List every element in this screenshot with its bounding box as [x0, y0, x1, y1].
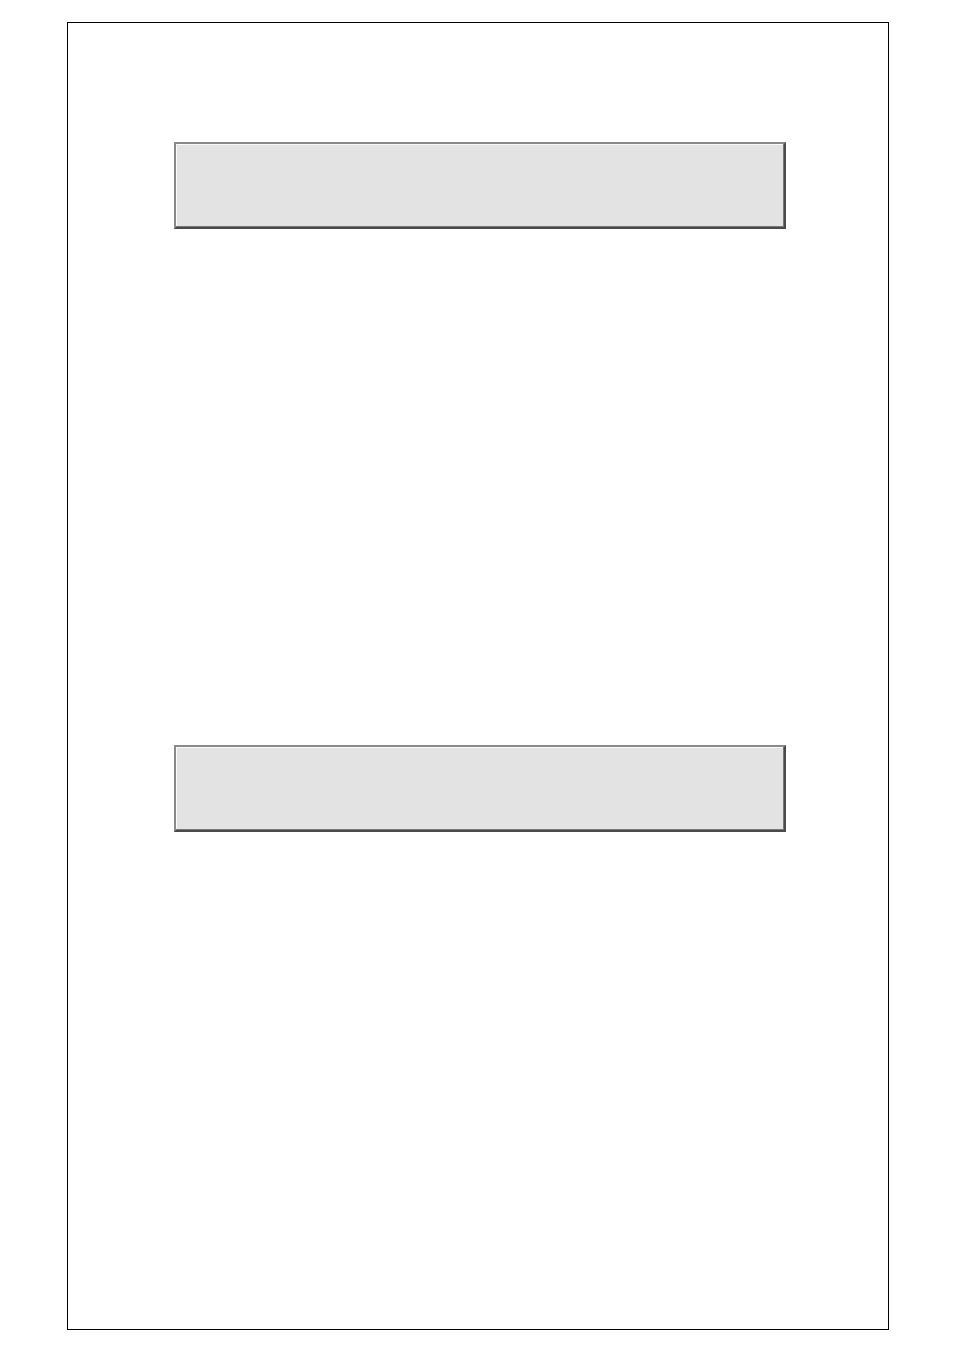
document-page	[67, 22, 889, 1330]
gray-panel-bottom	[174, 745, 786, 832]
gray-panel-top	[174, 142, 786, 229]
